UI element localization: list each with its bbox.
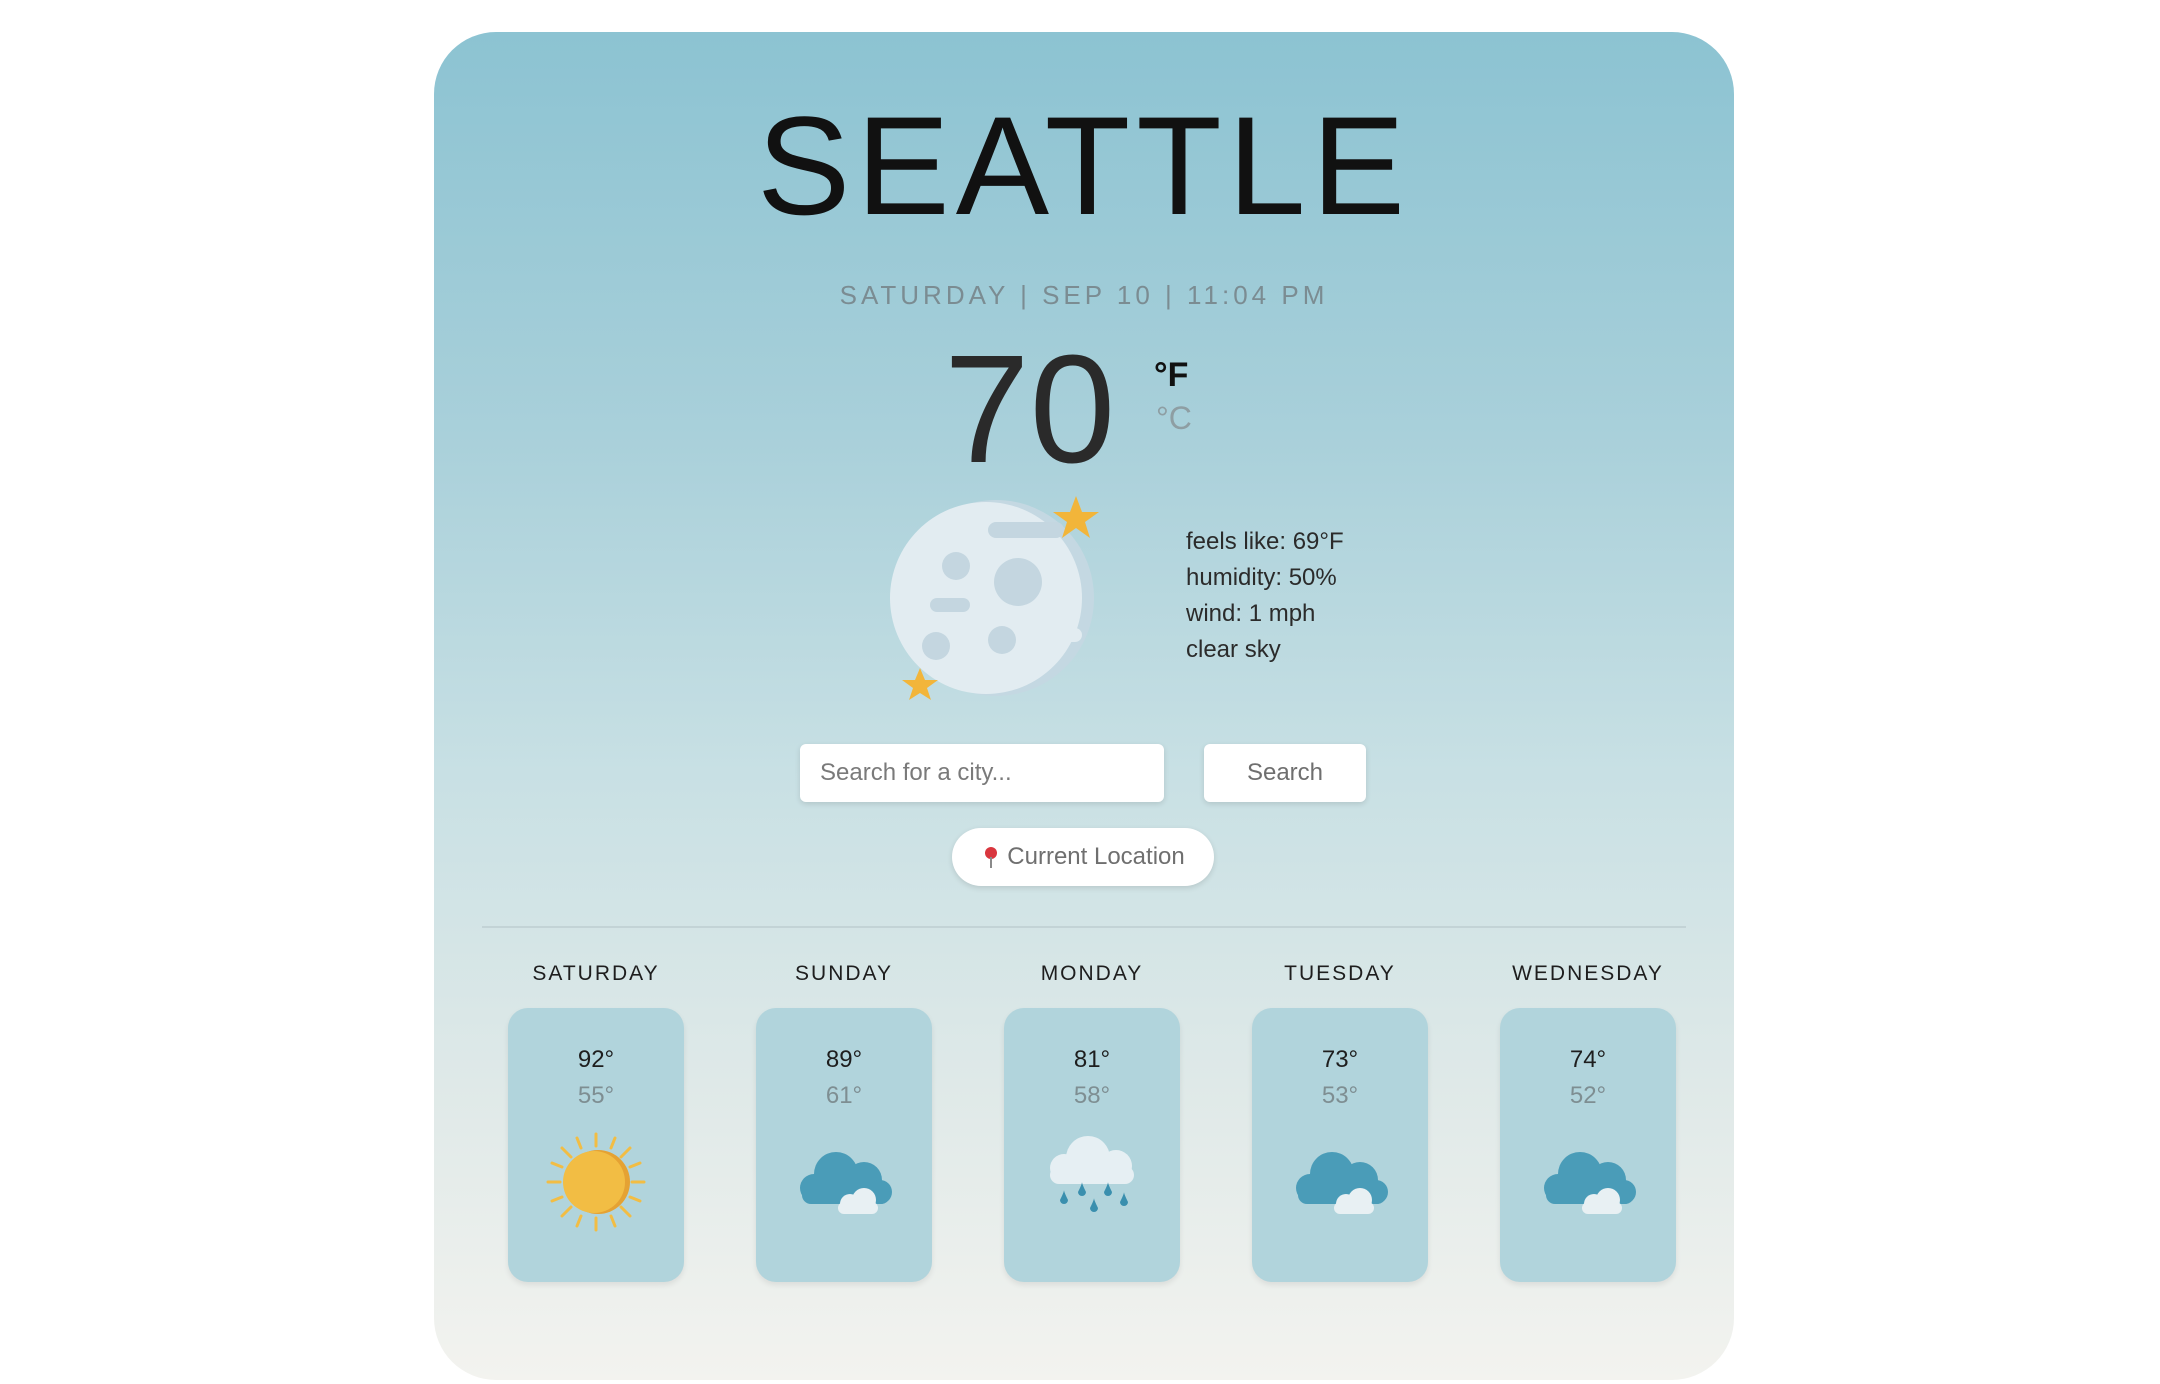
- city-search-input[interactable]: [800, 744, 1164, 802]
- condition-description: clear sky: [1186, 636, 1281, 663]
- forecast-low: 61°: [825, 1082, 863, 1109]
- weather-details: feels like: 69°F humidity: 50% wind: 1 m…: [1186, 524, 1344, 668]
- forecast-day-name: WEDNESDAY: [1512, 962, 1664, 985]
- forecast-day-name: TUESDAY: [1284, 962, 1396, 985]
- forecast-low: 52°: [1569, 1082, 1607, 1109]
- celsius-toggle[interactable]: °C: [1156, 400, 1192, 437]
- clouds-icon: [1288, 1130, 1392, 1234]
- feels-like: feels like: 69°F: [1186, 528, 1344, 555]
- forecast-day: WEDNESDAY 74° 52°: [1488, 962, 1688, 1282]
- fahrenheit-toggle[interactable]: °F: [1154, 356, 1188, 395]
- forecast-card: 89° 61°: [756, 1008, 932, 1282]
- pin-icon: [981, 845, 1001, 869]
- forecast-low: 53°: [1321, 1082, 1359, 1109]
- clouds-icon: [792, 1130, 896, 1234]
- forecast-day-name: SUNDAY: [795, 962, 893, 985]
- forecast-day: SUNDAY 89° 61°: [744, 962, 944, 1282]
- forecast-high: 73°: [1321, 1046, 1359, 1073]
- forecast-row: SATURDAY 92° 55° SUNDAY 89° 61° MONDAY 8…: [434, 962, 1734, 1322]
- forecast-low: 55°: [577, 1082, 615, 1109]
- forecast-day: SATURDAY 92° 55°: [496, 962, 696, 1282]
- forecast-day: TUESDAY 73° 53°: [1240, 962, 1440, 1282]
- divider: [482, 926, 1686, 928]
- forecast-card: 73° 53°: [1252, 1008, 1428, 1282]
- sun-icon: [544, 1130, 648, 1234]
- current-location-button[interactable]: Current Location: [952, 828, 1214, 886]
- forecast-card: 92° 55°: [508, 1008, 684, 1282]
- date-time: SATURDAY | SEP 10 | 11:04 PM: [839, 280, 1329, 310]
- forecast-high: 81°: [1073, 1046, 1111, 1073]
- moon-stars-icon: [864, 462, 1124, 722]
- forecast-day-name: MONDAY: [1040, 962, 1144, 985]
- rain-cloud-icon: [1040, 1130, 1144, 1234]
- search-button[interactable]: Search: [1204, 744, 1366, 802]
- forecast-card: 81° 58°: [1004, 1008, 1180, 1282]
- weather-card: SEATTLE SATURDAY | SEP 10 | 11:04 PM 70 …: [434, 32, 1734, 1380]
- forecast-day-name: SATURDAY: [532, 962, 660, 985]
- city-name: SEATTLE: [756, 87, 1412, 244]
- forecast-day: MONDAY 81° 58°: [992, 962, 1192, 1282]
- humidity: humidity: 50%: [1186, 564, 1337, 591]
- forecast-high: 74°: [1569, 1046, 1607, 1073]
- clouds-icon: [1536, 1130, 1640, 1234]
- forecast-high: 89°: [825, 1046, 863, 1073]
- forecast-card: 74° 52°: [1500, 1008, 1676, 1282]
- forecast-high: 92°: [577, 1046, 615, 1073]
- forecast-low: 58°: [1073, 1082, 1111, 1109]
- current-location-label: Current Location: [1007, 843, 1185, 870]
- wind: wind: 1 mph: [1186, 600, 1316, 627]
